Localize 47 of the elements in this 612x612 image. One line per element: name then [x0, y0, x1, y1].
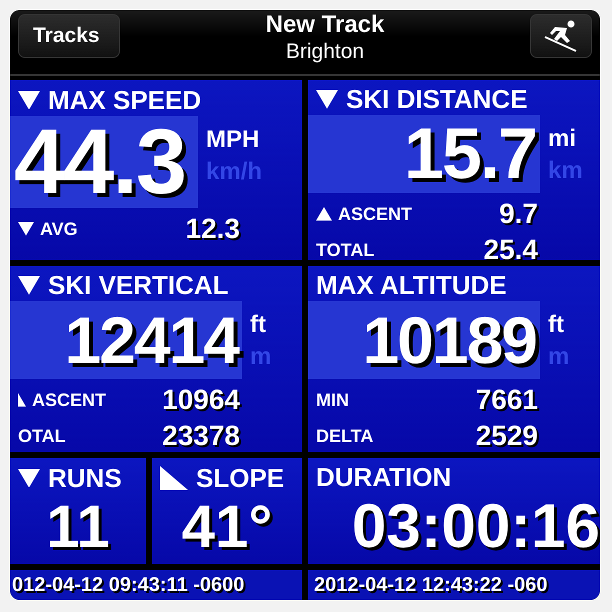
down-triangle-icon: [18, 276, 40, 295]
metric-value: 11: [46, 494, 110, 560]
stat-value: 12.3: [186, 213, 240, 245]
stat-value: 9.7: [499, 198, 538, 230]
stat-value: 23378: [162, 420, 240, 452]
timestamp: 2012-04-12 12:43:22 -060: [314, 574, 548, 596]
nav-title: New Track: [266, 12, 384, 38]
unit-toggle[interactable]: ft: [250, 311, 272, 339]
metric-value: 15.7: [404, 118, 536, 190]
unit-toggle[interactable]: MPH: [206, 126, 262, 154]
metric-value: 03:00:16: [352, 493, 600, 562]
stat-label: OTAL: [18, 426, 66, 446]
unit-toggle[interactable]: ft: [548, 311, 570, 339]
stat-label: ASCENT: [32, 390, 106, 410]
metric-value: 44.3: [14, 116, 186, 208]
panel-title: MAX SPEED: [48, 84, 202, 116]
down-triangle-icon: [18, 468, 40, 488]
skier-button[interactable]: [530, 14, 592, 58]
stat-label: MIN: [316, 390, 349, 410]
metric-value: 10189: [362, 307, 536, 373]
back-button[interactable]: Tracks: [18, 14, 120, 58]
panel-title: RUNS: [48, 462, 122, 494]
down-triangle-icon: [18, 90, 40, 110]
panel-title: SLOPE: [196, 462, 284, 494]
unit-toggle[interactable]: mi: [548, 125, 583, 153]
stat-value: 10964: [162, 384, 240, 416]
panel-title: SKI DISTANCE: [346, 84, 528, 115]
nav-subtitle: Brighton: [286, 39, 364, 65]
stat-value: 7661: [476, 384, 538, 416]
metric-value: 12414: [64, 307, 238, 373]
panel-title: SKI VERTICAL: [48, 270, 229, 301]
up-triangle-icon: [18, 393, 26, 407]
stat-label: ASCENT: [338, 204, 412, 224]
up-triangle-icon: [316, 207, 332, 221]
down-triangle-icon: [316, 90, 338, 109]
stat-value: 25.4: [484, 234, 538, 260]
panel-title: MAX ALTITUDE: [316, 270, 507, 301]
down-triangle-icon: [18, 222, 34, 236]
stat-label: TOTAL: [316, 240, 374, 260]
stat-value: 2529: [476, 420, 538, 452]
stat-label: AVG: [40, 218, 78, 240]
timestamp: 012-04-12 09:43:11 -0600: [12, 574, 244, 596]
skier-icon: [543, 19, 579, 53]
slope-icon: [160, 466, 188, 490]
metric-value: 41°: [182, 494, 272, 560]
panel-title: DURATION: [316, 462, 452, 493]
stat-label: DELTA: [316, 426, 374, 446]
